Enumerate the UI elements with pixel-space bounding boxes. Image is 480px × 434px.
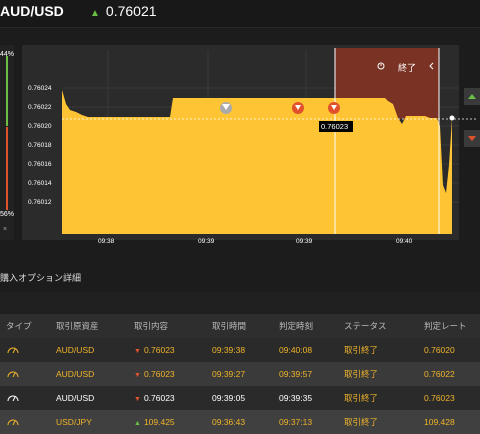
header-judge-time: 判定時刻: [279, 314, 344, 338]
header-status: ステータス: [344, 314, 424, 338]
section-strip: [0, 292, 480, 314]
current-price-label: 0.76023: [321, 122, 349, 131]
gauge-icon: [7, 395, 19, 402]
header-type: タイプ: [0, 314, 56, 338]
price-area: [62, 90, 452, 234]
gauge-icon: [7, 347, 19, 354]
put-arrow-icon: [468, 136, 476, 141]
down-arrow-icon: ▼: [134, 396, 141, 403]
purchase-details-section: 購入オプション詳細: [0, 261, 480, 292]
trade-marker-1: [220, 102, 232, 114]
x-tick: 09:39: [296, 238, 313, 245]
y-tick: 0.76024: [28, 85, 52, 92]
put-button[interactable]: [464, 130, 480, 147]
table-row[interactable]: AUD/USD ▼ 0.76023 09:39:05 09:39:35 取引終了 …: [0, 386, 480, 410]
trade-history-table: タイプ 取引原資産 取引内容 取引時間 判定時刻 ステータス 判定レート AUD…: [0, 314, 480, 434]
table-header-row: タイプ 取引原資産 取引内容 取引時間 判定時刻 ステータス 判定レート: [0, 314, 480, 338]
price-chart: [62, 48, 478, 234]
x-tick: 09:40: [396, 238, 413, 245]
expiry-label: 終了: [398, 63, 417, 73]
x-tick: 09:38: [98, 238, 115, 245]
trade-marker-2: [292, 102, 304, 114]
y-tick: 0.76012: [28, 199, 52, 206]
header-time: 取引時間: [212, 314, 279, 338]
y-tick: 0.76016: [28, 161, 52, 168]
x-tick: 09:39: [198, 238, 215, 245]
call-button[interactable]: [464, 88, 480, 105]
up-arrow-icon: ▲: [134, 420, 141, 427]
trade-marker-3: [328, 102, 340, 114]
y-tick: 0.76014: [28, 180, 52, 187]
y-tick: 0.76020: [28, 123, 52, 130]
call-arrow-icon: [468, 94, 476, 99]
gauge-icon: [7, 371, 19, 378]
gauge-icon: [7, 419, 19, 426]
y-tick: 0.76022: [28, 104, 52, 111]
table-row[interactable]: USD/JPY ▲ 109.425 09:36:43 09:37:13 取引終了 …: [0, 410, 480, 434]
header-content: 取引内容: [134, 314, 212, 338]
down-arrow-icon: ▼: [134, 372, 141, 379]
header-asset: 取引原資産: [56, 314, 134, 338]
current-price-dot: [449, 115, 455, 121]
section-title: 購入オプション詳細: [0, 273, 82, 283]
table-row[interactable]: AUD/USD ▼ 0.76023 09:39:38 09:40:08 取引終了 …: [0, 338, 480, 362]
table-row[interactable]: AUD/USD ▼ 0.76023 09:39:27 09:39:57 取引終了 …: [0, 362, 480, 386]
y-tick: 0.76018: [28, 142, 52, 149]
header-judge-rate: 判定レート: [424, 314, 480, 338]
down-arrow-icon: ▼: [134, 348, 141, 355]
